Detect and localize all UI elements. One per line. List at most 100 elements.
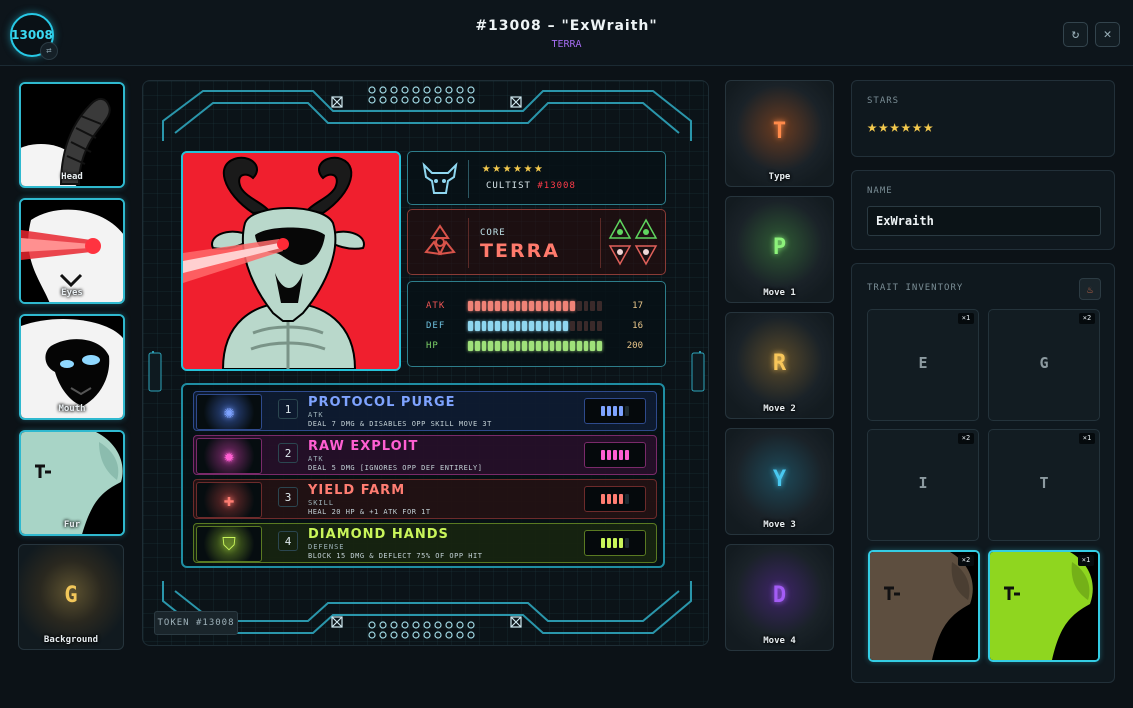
slot-type[interactable]: T Type: [725, 80, 834, 187]
slot-letter: T: [772, 119, 787, 144]
stat-bar-segment: [556, 301, 562, 311]
stat-bar-segment: [576, 321, 582, 331]
move-meter: [584, 442, 646, 468]
slot-label: Fur: [63, 520, 81, 530]
name-input[interactable]: [867, 206, 1101, 236]
inventory-item-i[interactable]: ×2 I: [867, 429, 979, 541]
slot-letter: Y: [772, 467, 787, 492]
inventory-item-fur-green[interactable]: ×1: [988, 550, 1100, 662]
core-box: CORE TERRA: [407, 209, 666, 275]
stat-bar-segment: [542, 301, 548, 311]
divider: [468, 218, 469, 268]
move-number: 4: [278, 531, 298, 551]
goat-skull-icon: [422, 162, 458, 194]
move-meter: [584, 530, 646, 556]
class-name: CULTIST: [486, 181, 531, 191]
stat-bar-segment: [501, 301, 507, 311]
meter-bar: [625, 406, 629, 416]
meter-bar: [619, 450, 623, 460]
item-count: ×1: [958, 313, 974, 324]
move-type: ATK: [308, 411, 324, 419]
stat-atk-label: ATK: [426, 301, 446, 311]
meter-bar: [613, 406, 617, 416]
meter-bar: [613, 450, 617, 460]
meter-bar: [601, 494, 605, 504]
slot-mouth[interactable]: Mouth: [19, 314, 125, 420]
stat-bar-segment: [556, 341, 562, 351]
stat-bar-segment: [597, 321, 602, 331]
move-meter: [584, 398, 646, 424]
name-panel-label: NAME: [867, 186, 893, 196]
stat-bar-segment: [522, 341, 528, 351]
inventory-item-fur-brown[interactable]: ×2: [868, 550, 980, 662]
stat-bar-segment: [569, 301, 575, 311]
slot-move-4[interactable]: D Move 4: [725, 544, 834, 651]
move-meter: [584, 486, 646, 512]
move-name: RAW EXPLOIT: [308, 439, 419, 454]
meter-bar: [625, 538, 629, 548]
item-count: ×2: [958, 433, 974, 444]
slot-fur[interactable]: Fur: [19, 430, 125, 536]
move-description: BLOCK 15 DMG & DEFLECT 75% OF OPP HIT: [308, 552, 483, 560]
character-portrait: [181, 151, 401, 371]
slot-head[interactable]: Head: [19, 82, 125, 188]
stat-bar-segment: [590, 321, 596, 331]
stat-bar-segment: [597, 301, 602, 311]
stat-bar-segment: [488, 301, 494, 311]
slot-label: Move 4: [763, 636, 796, 646]
flame-icon[interactable]: ♨: [1079, 278, 1101, 300]
stat-bar-segment: [468, 341, 473, 351]
slot-eyes[interactable]: Eyes: [19, 198, 125, 304]
stat-bar-segment: [563, 301, 568, 311]
stat-bar-segment: [508, 301, 514, 311]
stat-bar-segment: [569, 341, 575, 351]
meter-bar: [613, 494, 617, 504]
green-fur-trait-art: [990, 552, 1098, 660]
element-icons: [608, 218, 658, 266]
slot-move-1[interactable]: P Move 1: [725, 196, 834, 303]
moves-list: ✺ 1 PROTOCOL PURGE ATK DEAL 7 DMG & DISA…: [181, 383, 665, 568]
inventory-item-t[interactable]: ×1 T: [988, 429, 1100, 541]
header-bar: 13008 ⇄ #13008 – "ExWraith" TERRA ↻ ✕: [0, 0, 1133, 66]
stat-bar-segment: [495, 341, 500, 351]
slot-move-3[interactable]: Y Move 3: [725, 428, 834, 535]
character-card: ★★★★★★ CULTIST #13008 CORE TERRA ATK 17 …: [142, 80, 709, 646]
stars-panel: STARS ★★★★★★: [851, 80, 1115, 157]
slot-label: Background: [43, 635, 99, 645]
close-button[interactable]: ✕: [1095, 22, 1120, 47]
inventory-item-e[interactable]: ×1 E: [867, 309, 979, 421]
move-row-3[interactable]: ✚ 3 YIELD FARM SKILL HEAL 20 HP & +1 ATK…: [193, 479, 657, 519]
slot-label: Move 1: [763, 288, 796, 298]
stat-bar-segment: [501, 321, 507, 331]
meter-bar: [607, 406, 611, 416]
meter-bar: [625, 494, 629, 504]
move-row-4[interactable]: ⛉ 4 DIAMOND HANDS DEFENSE BLOCK 15 DMG &…: [193, 523, 657, 563]
move-row-2[interactable]: ✹ 2 RAW EXPLOIT ATK DEAL 5 DMG [IGNORES …: [193, 435, 657, 475]
move-description: DEAL 7 DMG & DISABLES OPP SKILL MOVE 3T: [308, 420, 492, 428]
inventory-item-g[interactable]: ×2 G: [988, 309, 1100, 421]
stat-def-label: DEF: [426, 321, 446, 331]
meter-bar: [601, 538, 605, 548]
divider: [468, 160, 469, 198]
meter-bar: [619, 406, 623, 416]
stars-rating[interactable]: ★★★★★★: [867, 117, 934, 137]
stat-bar-segment: [549, 321, 555, 331]
slot-letter: R: [772, 351, 787, 376]
divider: [600, 218, 601, 268]
stat-bar-segment: [488, 321, 494, 331]
explosion-icon: ✹: [196, 438, 262, 474]
stat-bar-segment: [474, 301, 480, 311]
stat-bar-segment: [488, 341, 494, 351]
item-letter: G: [1039, 354, 1049, 372]
meter-bar: [607, 494, 611, 504]
refresh-button[interactable]: ↻: [1063, 22, 1088, 47]
meter-bar: [601, 406, 605, 416]
stat-bar-segment: [515, 301, 521, 311]
move-row-1[interactable]: ✺ 1 PROTOCOL PURGE ATK DEAL 7 DMG & DISA…: [193, 391, 657, 431]
slot-move-2[interactable]: R Move 2: [725, 312, 834, 419]
stats-box: ATK 17 DEF 16 HP 200: [407, 281, 666, 367]
stat-bar-segment: [549, 301, 555, 311]
stat-bar-segment: [563, 341, 568, 351]
item-count: ×1: [1078, 555, 1094, 566]
slot-background[interactable]: G Background: [18, 544, 124, 650]
